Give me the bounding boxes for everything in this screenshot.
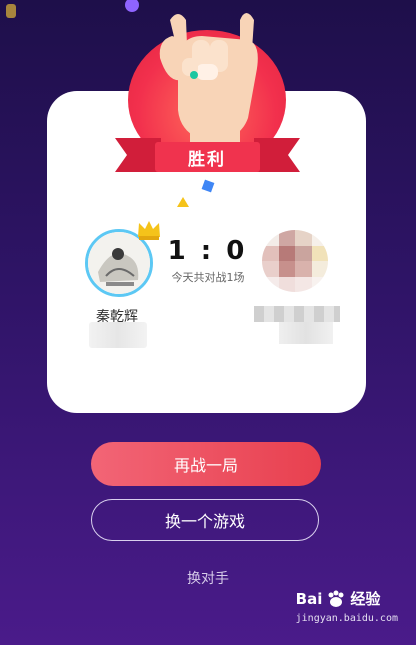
avatar-illustration — [88, 232, 150, 294]
switch-game-button[interactable]: 换一个游戏 — [91, 499, 319, 541]
watermark-url: jingyan.baidu.com — [295, 613, 398, 624]
match-score: 1 : 0 — [167, 236, 248, 266]
rematch-button[interactable]: 再战一局 — [91, 442, 321, 486]
change-opponent-link[interactable]: 换对手 — [160, 568, 256, 588]
blurred-info-left — [89, 322, 147, 348]
paw-icon — [328, 590, 344, 607]
watermark-brand-suffix: 经验 — [350, 590, 381, 608]
rock-hand-icon — [159, 13, 258, 150]
result-label: 胜利 — [188, 149, 226, 170]
blurred-info-right — [279, 322, 333, 344]
crown-icon — [138, 221, 160, 240]
baidu-watermark: Bai 经验 jingyan.baidu.com — [295, 588, 398, 625]
player-name-right-blurred — [254, 306, 340, 322]
match-count-text: 今天共对战1场 — [171, 271, 245, 284]
watermark-brand: Bai — [295, 589, 323, 608]
confetti-triangle — [177, 197, 189, 207]
player-avatar-right[interactable] — [262, 230, 328, 292]
confetti-dot — [6, 4, 16, 18]
